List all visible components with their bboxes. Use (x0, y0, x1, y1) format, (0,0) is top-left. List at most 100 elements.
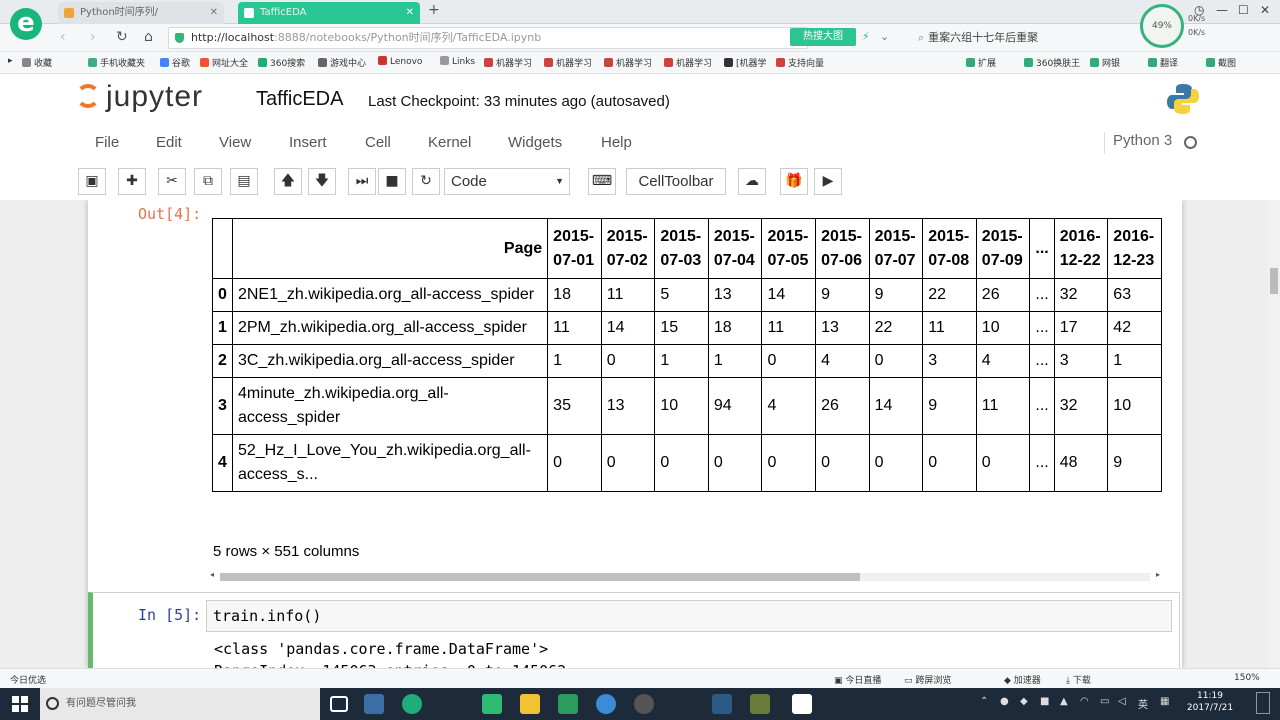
menu-help[interactable]: Help (601, 134, 632, 151)
close-tab-icon[interactable]: ✕ (406, 2, 414, 24)
chevron-down-icon[interactable]: ⌄ (880, 30, 889, 43)
notification-icon[interactable] (1256, 692, 1270, 714)
reload-button[interactable]: ↻ (116, 29, 128, 45)
taskbar-app-icon[interactable] (364, 694, 384, 714)
tray-icon[interactable]: ▲ (1060, 696, 1068, 707)
lightning-icon[interactable]: ⚡ (862, 30, 870, 43)
scroll-thumb[interactable] (220, 573, 860, 581)
tab-taffic-eda[interactable]: TafficEDA ✕ (238, 2, 420, 24)
run-button[interactable]: ⏭ (348, 168, 376, 195)
taskbar-app-icon[interactable] (482, 694, 502, 714)
bookmark-item[interactable]: 机器学习 (604, 56, 652, 69)
bookmark-item[interactable]: 360搜索 (258, 56, 305, 69)
status-item[interactable]: ▣ 今日直播 (834, 673, 881, 686)
tray-icon[interactable]: ■ (1040, 696, 1049, 707)
video-button[interactable]: ▶ (814, 168, 842, 195)
status-item[interactable]: 今日优选 (10, 673, 46, 686)
status-item[interactable]: ▭ 跨屏浏览 (904, 673, 951, 686)
bookmark-item[interactable]: 翻译 (1148, 56, 1178, 69)
upload-button[interactable]: ☁ (738, 168, 766, 195)
folder-taskbar-icon[interactable] (520, 694, 540, 714)
search-box[interactable]: ⌕ 重案六组十七年后重聚 (918, 27, 1138, 49)
browser-logo-icon[interactable]: e (10, 8, 42, 40)
menu-view[interactable]: View (219, 134, 251, 151)
windows-start-icon[interactable] (12, 696, 28, 712)
save-button[interactable]: ▣ (78, 168, 106, 195)
menu-edit[interactable]: Edit (156, 134, 182, 151)
menu-kernel[interactable]: Kernel (428, 134, 471, 151)
bookmark-item[interactable]: Lenovo (378, 56, 422, 67)
stop-button[interactable]: ■ (378, 168, 406, 195)
cortana-search-box[interactable]: 有问题尽管问我 (40, 688, 320, 720)
bookmark-item[interactable]: 扩展 (966, 56, 996, 69)
close-tab-icon[interactable]: ✕ (210, 2, 218, 24)
menu-insert[interactable]: Insert (289, 134, 327, 151)
cell-type-select[interactable]: Code ▼ (444, 168, 570, 195)
insert-cell-button[interactable]: ✚ (118, 168, 146, 195)
tab-python-series[interactable]: Python时间序列/ ✕ (58, 2, 224, 24)
cut-button[interactable]: ✂ (158, 168, 186, 195)
status-item[interactable]: ⤓ 下载 (1066, 673, 1091, 686)
taskbar-app-icon[interactable] (792, 694, 812, 714)
tray-icon[interactable]: ▦ (1160, 696, 1169, 707)
zoom-level[interactable]: 150% (1234, 673, 1260, 683)
tray-icon[interactable]: ● (1000, 696, 1009, 707)
gift-button[interactable]: 🎁 (780, 168, 808, 195)
hot-search-button[interactable]: 热搜大图 (790, 28, 856, 46)
menu-widgets[interactable]: Widgets (508, 134, 562, 151)
new-tab-button[interactable]: + (428, 2, 440, 18)
bookmark-item[interactable]: [机器学 (724, 56, 767, 69)
taskbar-app-icon[interactable] (750, 694, 770, 714)
bookmark-item[interactable]: 机器学习 (664, 56, 712, 69)
scroll-right-icon[interactable]: ▸ (1156, 570, 1160, 579)
maximize-button[interactable]: ☐ (1238, 3, 1249, 17)
close-window-button[interactable]: ✕ (1260, 3, 1270, 17)
taskbar-app-icon[interactable] (558, 694, 578, 714)
menu-file[interactable]: File (95, 134, 119, 151)
bookmark-item[interactable]: 360换肤王 (1024, 56, 1080, 69)
task-view-icon[interactable] (330, 696, 348, 712)
status-item[interactable]: ◆ 加速器 (1004, 673, 1041, 686)
tray-icon[interactable]: ▭ (1100, 696, 1109, 707)
bookmark-item[interactable]: 游戏中心 (318, 56, 366, 69)
ime-indicator[interactable]: 英 (1138, 696, 1148, 711)
bookmark-item[interactable]: 机器学习 (544, 56, 592, 69)
volume-icon[interactable]: ◁ (1118, 696, 1126, 707)
bookmark-item[interactable]: 网银 (1090, 56, 1120, 69)
command-palette-button[interactable]: ⌨ (588, 168, 616, 195)
browser-taskbar-icon[interactable] (402, 694, 422, 714)
cell-toolbar-button[interactable]: CellToolbar (626, 168, 726, 195)
chevron-up-icon[interactable]: ⌃ (980, 696, 988, 707)
home-button[interactable]: ⌂ (144, 29, 153, 45)
taskbar-app-icon[interactable] (596, 694, 616, 714)
restart-button[interactable]: ↻ (412, 168, 440, 195)
bookmark-item[interactable]: 谷歌 (160, 56, 190, 69)
paste-button[interactable]: ▤ (230, 168, 258, 195)
page-vertical-scrollbar[interactable] (1268, 200, 1280, 668)
bookmark-item[interactable]: 机器学习 (484, 56, 532, 69)
bookmark-item[interactable]: 手机收藏夹 (88, 56, 145, 69)
code-editor[interactable]: train.info() (206, 600, 1172, 632)
copy-button[interactable]: ⧉ (194, 168, 222, 195)
taskbar-clock[interactable]: 11:19 2017/7/21 (1186, 690, 1234, 714)
scroll-left-icon[interactable]: ◂ (210, 570, 214, 579)
back-button[interactable]: ‹ (60, 29, 66, 45)
bookmarks-toggle-icon[interactable]: ▸ (8, 56, 13, 66)
bookmark-item[interactable]: 截图 (1206, 56, 1236, 69)
bookmark-item[interactable]: 收藏 (22, 56, 52, 69)
bookmark-item[interactable]: 网址大全 (200, 56, 248, 69)
notebook-name[interactable]: TafficEDA (256, 88, 343, 111)
bookmark-item[interactable]: Links (440, 56, 475, 67)
forward-button[interactable]: › (90, 29, 96, 45)
speed-widget[interactable]: 49% 0K/s 0K/s (1140, 0, 1232, 52)
move-down-button[interactable]: 🡇 (308, 168, 336, 195)
menu-cell[interactable]: Cell (365, 134, 391, 151)
scroll-thumb[interactable] (1270, 268, 1278, 294)
taskbar-app-icon[interactable] (634, 694, 654, 714)
wifi-icon[interactable]: ◠ (1080, 696, 1089, 707)
taskbar-app-icon[interactable] (712, 694, 732, 714)
jupyter-logo[interactable]: jupyter (76, 80, 203, 114)
url-input[interactable]: http://localhost:8888/notebooks/Python时间… (168, 27, 808, 49)
bookmark-item[interactable]: 支持向量 (776, 56, 824, 69)
tray-icon[interactable]: ◆ (1020, 696, 1028, 707)
